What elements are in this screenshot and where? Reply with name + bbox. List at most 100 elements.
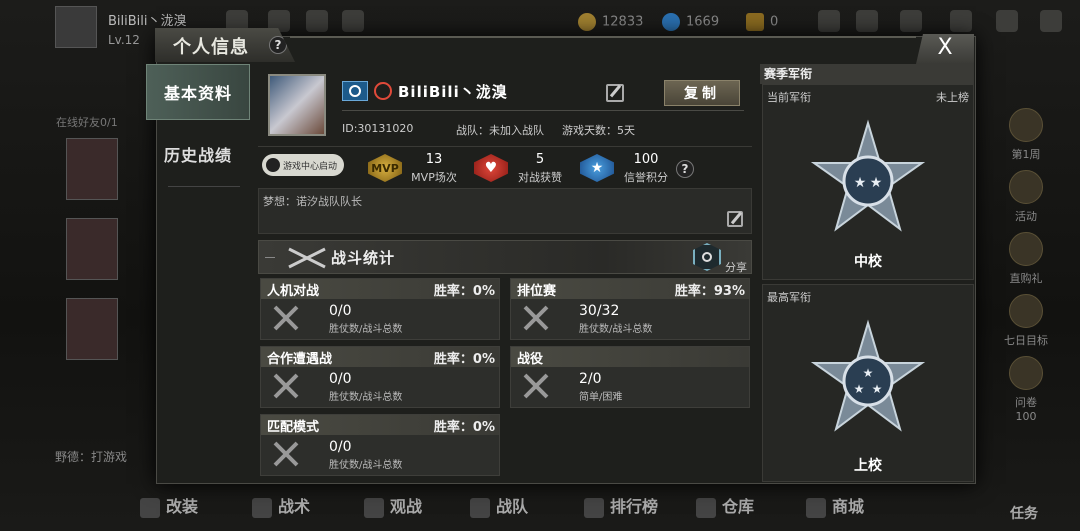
nav-label: 战队 bbox=[496, 497, 529, 516]
nav-shop[interactable]: 商城 bbox=[806, 493, 864, 518]
nav-modify[interactable]: 改装 bbox=[140, 493, 198, 518]
share-icon[interactable] bbox=[693, 243, 721, 271]
battle-stats-header: 战斗统计 分享 bbox=[258, 240, 752, 274]
grid-menu-icon[interactable] bbox=[342, 10, 364, 32]
card-title: 合作遭遇战 bbox=[267, 352, 333, 367]
player-id: ID:30131020 bbox=[342, 122, 414, 135]
star-badge-icon: ★ bbox=[580, 154, 614, 182]
event-label: 活动 bbox=[1015, 210, 1037, 223]
edit-motto-icon[interactable] bbox=[727, 211, 743, 227]
card-value: 0/0 bbox=[329, 303, 352, 319]
season-rank-header: 赛季军衔 bbox=[760, 64, 974, 84]
event-activity-item[interactable]: 活动 bbox=[996, 170, 1056, 224]
event-label: 直购礼 bbox=[1009, 272, 1043, 285]
trophy-icon bbox=[1009, 108, 1043, 142]
card-title: 战役 bbox=[517, 352, 544, 367]
card-sublabel: 简单/困难 bbox=[579, 392, 623, 403]
friend-avatar[interactable] bbox=[66, 218, 118, 280]
stat-label: 对战获赞 bbox=[518, 171, 562, 184]
svg-text:★: ★ bbox=[863, 366, 874, 380]
map-icon[interactable] bbox=[996, 10, 1018, 32]
tab-history[interactable]: 历史战绩 bbox=[146, 126, 250, 182]
season-rank-panel: 赛季军衔 当前军衔 未上榜 ★ ★ 中校 最高军衔 ★ ★ ★ 上校 bbox=[760, 64, 974, 482]
game-center-button[interactable]: 游戏中心启动 bbox=[262, 154, 344, 176]
friend-avatar[interactable] bbox=[66, 138, 118, 200]
diamond-value: 1669 bbox=[686, 14, 720, 30]
gift-icon[interactable] bbox=[306, 10, 328, 32]
tab-basic-info[interactable]: 基本资料 bbox=[146, 64, 250, 120]
nav-warehouse[interactable]: 仓库 bbox=[696, 493, 754, 518]
menu-icon[interactable] bbox=[1040, 10, 1062, 32]
crossed-swords-icon bbox=[523, 305, 549, 331]
play-days: 游戏天数：5天 bbox=[562, 124, 635, 137]
heart-badge-icon: ♥ bbox=[474, 154, 508, 182]
shop-icon bbox=[806, 497, 826, 518]
card-value: 30/32 bbox=[579, 303, 620, 319]
stat-card-coop: 合作遭遇战 胜率：0% 0/0 胜仗数/战斗总数 bbox=[260, 346, 500, 408]
nav-tactics[interactable]: 战术 bbox=[252, 493, 310, 518]
friends-icon[interactable] bbox=[856, 10, 878, 32]
highest-rank-box: 最高军衔 ★ ★ ★ 上校 bbox=[762, 284, 974, 482]
rank-badge-icon: ★ ★ ★ bbox=[810, 319, 926, 432]
card-sublabel: 胜仗数/战斗总数 bbox=[329, 324, 403, 335]
survey-value: 100 bbox=[1015, 410, 1037, 423]
stat-card-campaign: 战役 2/0 简单/困难 bbox=[510, 346, 750, 408]
friends-strip: 在线好友0/1 bbox=[40, 80, 140, 470]
player-level: Lv.12 bbox=[108, 33, 140, 47]
nav-label: 战术 bbox=[278, 497, 311, 516]
dialog-title: 个人信息 bbox=[173, 37, 249, 58]
current-rank-label: 当前军衔 bbox=[767, 91, 811, 104]
add-icon[interactable] bbox=[818, 10, 840, 32]
svg-text:★: ★ bbox=[872, 382, 883, 396]
current-rank-box: 当前军衔 未上榜 ★ ★ 中校 bbox=[762, 84, 974, 280]
friend-avatar[interactable] bbox=[66, 298, 118, 360]
crossed-swords-icon bbox=[273, 373, 299, 399]
nav-divider bbox=[168, 186, 240, 187]
nav-spectate[interactable]: 观战 bbox=[364, 493, 422, 518]
nav-label: 改装 bbox=[166, 497, 199, 516]
card-header bbox=[511, 347, 749, 367]
event-direct-gift-item[interactable]: 直购礼 bbox=[996, 232, 1056, 286]
flag-icon bbox=[342, 81, 368, 101]
edit-name-icon[interactable] bbox=[606, 84, 624, 102]
stat-label: MVP场次 bbox=[411, 171, 457, 184]
target-icon bbox=[1009, 294, 1043, 328]
title-divider bbox=[290, 36, 916, 38]
gold-coin-icon bbox=[578, 13, 596, 31]
event-week-item[interactable]: 第1周 bbox=[996, 108, 1056, 162]
profile-avatar bbox=[268, 74, 326, 136]
copy-button[interactable]: 复制 bbox=[664, 80, 740, 106]
player-avatar[interactable] bbox=[55, 6, 97, 48]
nav-leaderboard[interactable]: 排行榜 bbox=[584, 493, 658, 518]
card-sublabel: 胜仗数/战斗总数 bbox=[329, 392, 403, 403]
card-winrate: 胜率：93% bbox=[674, 284, 745, 299]
current-rank-name: 中校 bbox=[854, 254, 882, 270]
crossed-swords-icon bbox=[273, 305, 299, 331]
search-icon bbox=[374, 82, 392, 100]
event-label: 第1周 bbox=[1011, 148, 1041, 161]
crossed-rifles-icon bbox=[288, 247, 326, 269]
chat-line[interactable]: 野德：打游戏 bbox=[55, 448, 127, 465]
svg-text:★: ★ bbox=[870, 175, 883, 191]
crossed-swords-icon bbox=[273, 441, 299, 467]
ticket-counter: 0 bbox=[746, 13, 778, 31]
event-seven-day-item[interactable]: 七日目标 bbox=[996, 294, 1056, 348]
share-label[interactable]: 分享 bbox=[725, 259, 747, 275]
event-survey-item[interactable]: 问卷 100 bbox=[996, 356, 1056, 423]
survey-icon bbox=[1009, 356, 1043, 390]
collapse-dash[interactable] bbox=[265, 257, 275, 258]
wrench-icon bbox=[140, 497, 160, 518]
gear-icon[interactable] bbox=[950, 10, 972, 32]
dialog-title-tab: 个人信息 ? bbox=[155, 28, 295, 62]
mail-icon[interactable] bbox=[900, 10, 922, 32]
player-name: BiliBili丶泷溴 bbox=[108, 14, 187, 29]
stat-label: 信誉积分 bbox=[624, 171, 668, 184]
nav-team[interactable]: 战队 bbox=[470, 493, 528, 518]
nav-label: 商城 bbox=[832, 497, 865, 516]
stat-card-pve: 人机对战 胜率：0% 0/0 胜仗数/战斗总数 bbox=[260, 278, 500, 340]
stats-help-icon[interactable]: ? bbox=[676, 160, 694, 178]
event-label: 七日目标 bbox=[1004, 334, 1048, 347]
nav-tasks[interactable]: 任务 bbox=[1010, 503, 1038, 523]
close-button[interactable]: X bbox=[916, 34, 974, 64]
card-title: 人机对战 bbox=[267, 284, 320, 299]
